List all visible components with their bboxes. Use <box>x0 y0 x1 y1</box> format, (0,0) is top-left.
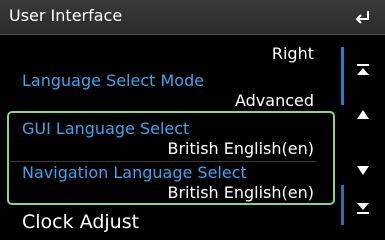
scroll-to-top-icon <box>357 64 369 75</box>
item-label: Navigation Language Select <box>22 163 247 182</box>
list-item-language-select-mode[interactable]: Language Select Mode Advanced <box>0 71 318 113</box>
page-title: User Interface <box>9 6 123 25</box>
scroll-down-button[interactable] <box>341 156 385 186</box>
scroll-up-icon <box>357 110 369 119</box>
list-item-gui-language-select[interactable]: GUI Language Select British English(en) <box>0 119 318 163</box>
settings-list: Right Language Select Mode Advanced GUI … <box>0 35 340 240</box>
scroll-down-icon <box>357 166 369 175</box>
title-bar: User Interface <box>0 0 385 35</box>
scroll-to-bottom-icon <box>357 203 369 214</box>
list-item-clock-adjust[interactable]: Clock Adjust <box>0 207 318 240</box>
scroll-to-top-button[interactable] <box>341 55 385 85</box>
item-value: Advanced <box>234 91 314 110</box>
list-item-position[interactable]: Right <box>0 35 318 71</box>
item-value: British English(en) <box>167 183 314 202</box>
list-item-navigation-language-select[interactable]: Navigation Language Select British Engli… <box>0 163 318 207</box>
scroll-up-button[interactable] <box>341 99 385 129</box>
back-arrow-icon <box>355 11 369 24</box>
item-value: Right <box>271 44 314 63</box>
item-value: British English(en) <box>167 139 314 158</box>
item-label: GUI Language Select <box>22 119 190 138</box>
item-label: Language Select Mode <box>22 71 205 90</box>
scroll-to-bottom-button[interactable] <box>341 193 385 223</box>
divider <box>10 161 316 162</box>
item-label: Clock Adjust <box>22 211 140 233</box>
scroll-controls <box>341 35 385 240</box>
back-button[interactable] <box>341 0 385 34</box>
